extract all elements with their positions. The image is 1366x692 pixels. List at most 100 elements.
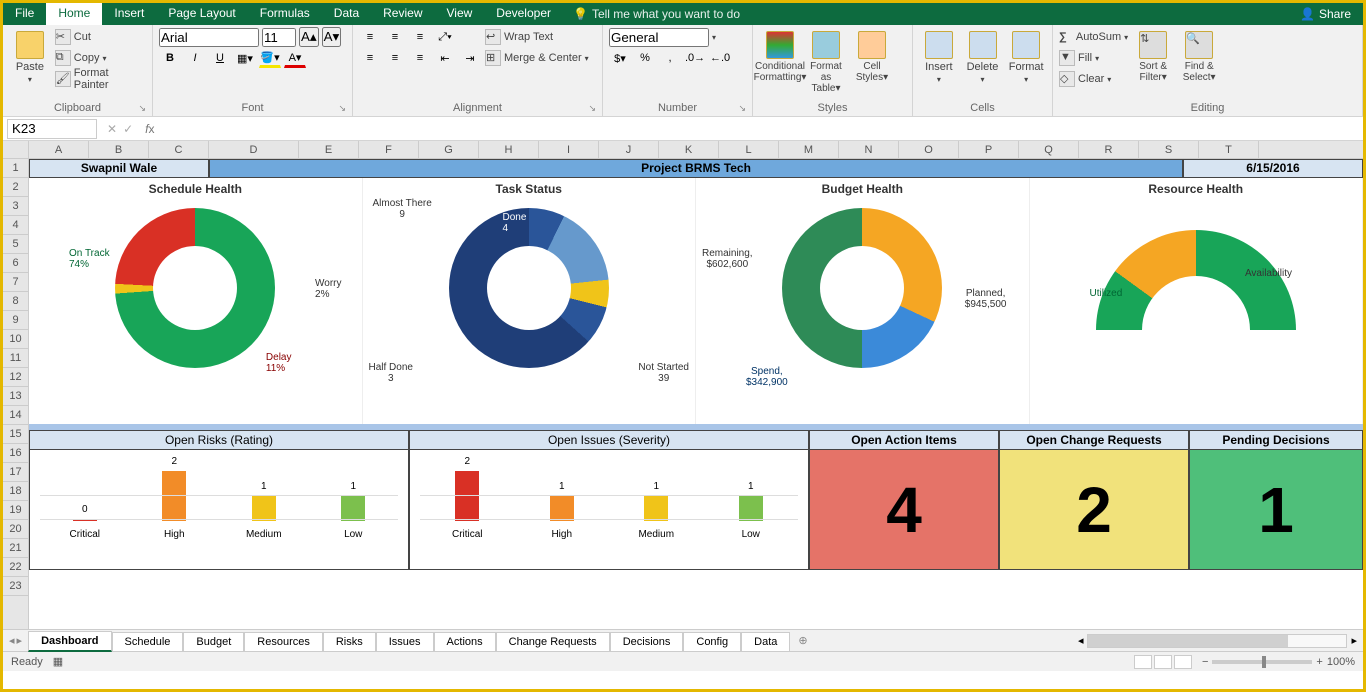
insert-cells-button[interactable]: Insert▾ [919,27,959,84]
font-color-button[interactable]: A▾ [284,48,306,68]
view-page-layout-button[interactable] [1154,655,1172,669]
sheet-tab-actions[interactable]: Actions [434,632,496,651]
col-e[interactable]: E [299,141,359,158]
shrink-font-button[interactable]: A▾ [322,27,342,47]
zoom-level[interactable]: 100% [1327,656,1355,668]
sheet-tab-risks[interactable]: Risks [323,632,376,651]
fill-color-button[interactable]: 🪣▾ [259,48,281,68]
font-size-select[interactable] [262,28,296,47]
zoom-slider[interactable] [1212,660,1312,664]
fill-button[interactable]: ▼Fill▾ [1059,48,1128,68]
border-button[interactable]: ▦▾ [234,48,256,68]
col-b[interactable]: B [89,141,149,158]
underline-button[interactable]: U [209,48,231,68]
dialog-launcher-icon[interactable]: ↘ [138,103,146,114]
italic-button[interactable]: I [184,48,206,68]
add-sheet-button[interactable]: ⊕ [790,634,815,647]
enter-icon[interactable]: ✓ [123,122,133,136]
sheet-tab-config[interactable]: Config [683,632,741,651]
col-s[interactable]: S [1139,141,1199,158]
align-middle-button[interactable]: ≡ [384,27,406,47]
format-cells-button[interactable]: Format▾ [1006,27,1046,84]
hscroll-right-icon[interactable]: ▸ [1351,634,1357,647]
cancel-icon[interactable]: ✕ [107,122,117,136]
format-as-table-button[interactable]: Format asTable▾ [805,27,847,94]
col-o[interactable]: O [899,141,959,158]
col-r[interactable]: R [1079,141,1139,158]
indent-inc-button[interactable]: ⇥ [459,48,481,68]
merge-center-button[interactable]: ⊞Merge & Center▾ [485,48,589,68]
bold-button[interactable]: B [159,48,181,68]
find-select-button[interactable]: 🔍Find &Select▾ [1178,27,1220,83]
dialog-launcher-icon[interactable]: ↘ [338,103,346,114]
sheet-nav-prev-icon[interactable]: ▸ [17,634,23,647]
inc-decimal-button[interactable]: .0→ [684,48,706,68]
align-left-button[interactable]: ≡ [359,48,381,68]
col-f[interactable]: F [359,141,419,158]
col-m[interactable]: M [779,141,839,158]
col-p[interactable]: P [959,141,1019,158]
clear-button[interactable]: ◇Clear▾ [1059,69,1128,89]
conditional-formatting-button[interactable]: ConditionalFormatting▾ [759,27,801,83]
zoom-in-button[interactable]: + [1316,656,1322,668]
col-c[interactable]: C [149,141,209,158]
copy-button[interactable]: ⧉Copy▾ [55,48,146,68]
cut-button[interactable]: ✂Cut [55,27,146,47]
orientation-button[interactable]: ⤢▾ [434,27,456,47]
sheet-tab-budget[interactable]: Budget [183,632,244,651]
comma-button[interactable]: , [659,48,681,68]
name-box[interactable] [7,119,97,139]
tab-data[interactable]: Data [322,3,371,25]
col-n[interactable]: N [839,141,899,158]
tab-formulas[interactable]: Formulas [248,3,322,25]
tab-view[interactable]: View [435,3,485,25]
autosum-button[interactable]: ∑ AutoSum▾ [1059,27,1128,47]
wrap-text-button[interactable]: ↩Wrap Text [485,27,589,47]
paste-button[interactable]: Paste▾ [9,27,51,84]
cell-styles-button[interactable]: CellStyles▾ [851,27,893,83]
sort-filter-button[interactable]: ⇅Sort &Filter▾ [1132,27,1174,83]
sheet-nav-first-icon[interactable]: ◂ [9,634,15,647]
col-h[interactable]: H [479,141,539,158]
tab-insert[interactable]: Insert [102,3,156,25]
col-q[interactable]: Q [1019,141,1079,158]
sheet-tab-data[interactable]: Data [741,632,790,651]
tab-file[interactable]: File [3,3,46,25]
tab-home[interactable]: Home [46,3,102,25]
col-g[interactable]: G [419,141,479,158]
dialog-launcher-icon[interactable]: ↘ [738,103,746,114]
align-top-button[interactable]: ≡ [359,27,381,47]
fx-icon[interactable]: fx [139,122,160,136]
currency-button[interactable]: $▾ [609,48,631,68]
view-normal-button[interactable] [1134,655,1152,669]
col-l[interactable]: L [719,141,779,158]
grow-font-button[interactable]: A▴ [299,27,319,47]
tell-me[interactable]: 💡 Tell me what you want to do [573,3,740,25]
sheet-tab-change-requests[interactable]: Change Requests [496,632,610,651]
col-k[interactable]: K [659,141,719,158]
worksheet-grid[interactable]: A B C D E F G H I J K L M N O P Q R S T … [3,141,1363,629]
sheet-tab-decisions[interactable]: Decisions [610,632,684,651]
zoom-out-button[interactable]: − [1202,656,1208,668]
hscroll-left-icon[interactable]: ◂ [1078,634,1084,647]
delete-cells-button[interactable]: Delete▾ [963,27,1003,84]
row-hdr[interactable]: 1 [3,159,28,178]
sheet-tab-resources[interactable]: Resources [244,632,323,651]
col-i[interactable]: I [539,141,599,158]
share-button[interactable]: 👤 Share [1288,3,1363,25]
view-page-break-button[interactable] [1174,655,1192,669]
dialog-launcher-icon[interactable]: ↘ [588,103,596,114]
tab-developer[interactable]: Developer [484,3,563,25]
percent-button[interactable]: % [634,48,656,68]
tab-page-layout[interactable]: Page Layout [156,3,247,25]
indent-dec-button[interactable]: ⇤ [434,48,456,68]
sheet-tab-dashboard[interactable]: Dashboard [28,631,111,652]
font-name-select[interactable] [159,28,259,47]
col-j[interactable]: J [599,141,659,158]
formula-input[interactable] [160,119,1363,139]
align-right-button[interactable]: ≡ [409,48,431,68]
align-center-button[interactable]: ≡ [384,48,406,68]
align-bottom-button[interactable]: ≡ [409,27,431,47]
col-a[interactable]: A [29,141,89,158]
number-format-select[interactable] [609,28,709,47]
